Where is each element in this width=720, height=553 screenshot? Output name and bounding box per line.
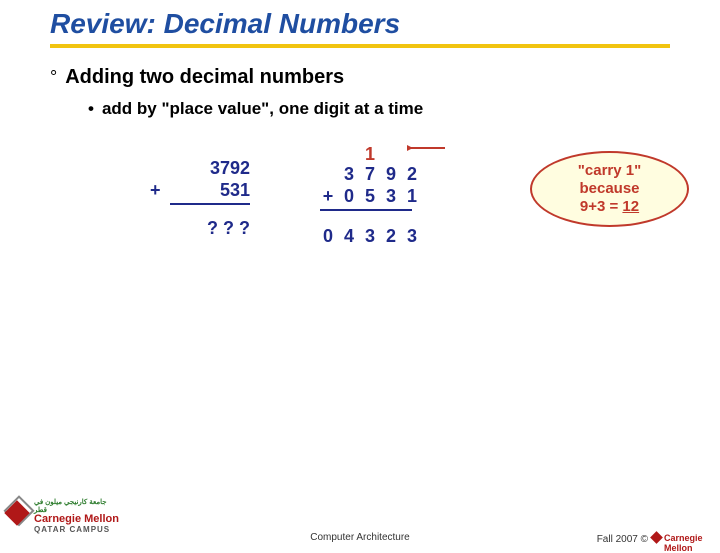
callout-line-1: "carry 1" [532,162,687,180]
addend-row-2: + 0 5 3 1 [320,185,420,207]
degree-bullet-icon: ° [50,66,57,88]
callout-line-2: because [532,180,687,198]
cmu-mini-logo: Carnegie Mellon [652,532,706,546]
sum-line [170,203,250,205]
simple-addition-column: 3792 + 531 ? ? ? [150,157,250,239]
footer-term: Fall 2007 © [597,534,648,545]
carry-arrow-icon [407,141,447,155]
carry-explanation-callout: "carry 1" because 9+3 = 12 [530,151,689,227]
sum-line [320,209,412,211]
result-row: 0 4 3 2 3 [320,225,420,247]
section-heading: Adding two decimal numbers [65,66,344,89]
math-area: 3792 + 531 ? ? ? 1 [50,143,670,293]
addend-row-1: 3 7 9 2 [320,163,420,185]
unknown-result: ? ? ? [150,217,250,239]
sub-bullet-text: add by "place value", one digit at a tim… [102,99,423,119]
callout-line-3: 9+3 = 12 [532,198,687,216]
plus-sign: + [150,179,161,201]
cmu-qatar-logo: جامعة كارنيجي ميلون في قطر Carnegie Mell… [10,498,120,536]
dot-bullet-icon: • [88,99,94,119]
slide-title: Review: Decimal Numbers [50,8,400,39]
carry-digit: 1 [362,143,378,165]
addend-2: 531 [220,180,250,200]
expanded-addition-column: 1 [320,143,420,247]
addend-1: 3792 [150,157,250,179]
plus-sign: + [320,185,336,207]
